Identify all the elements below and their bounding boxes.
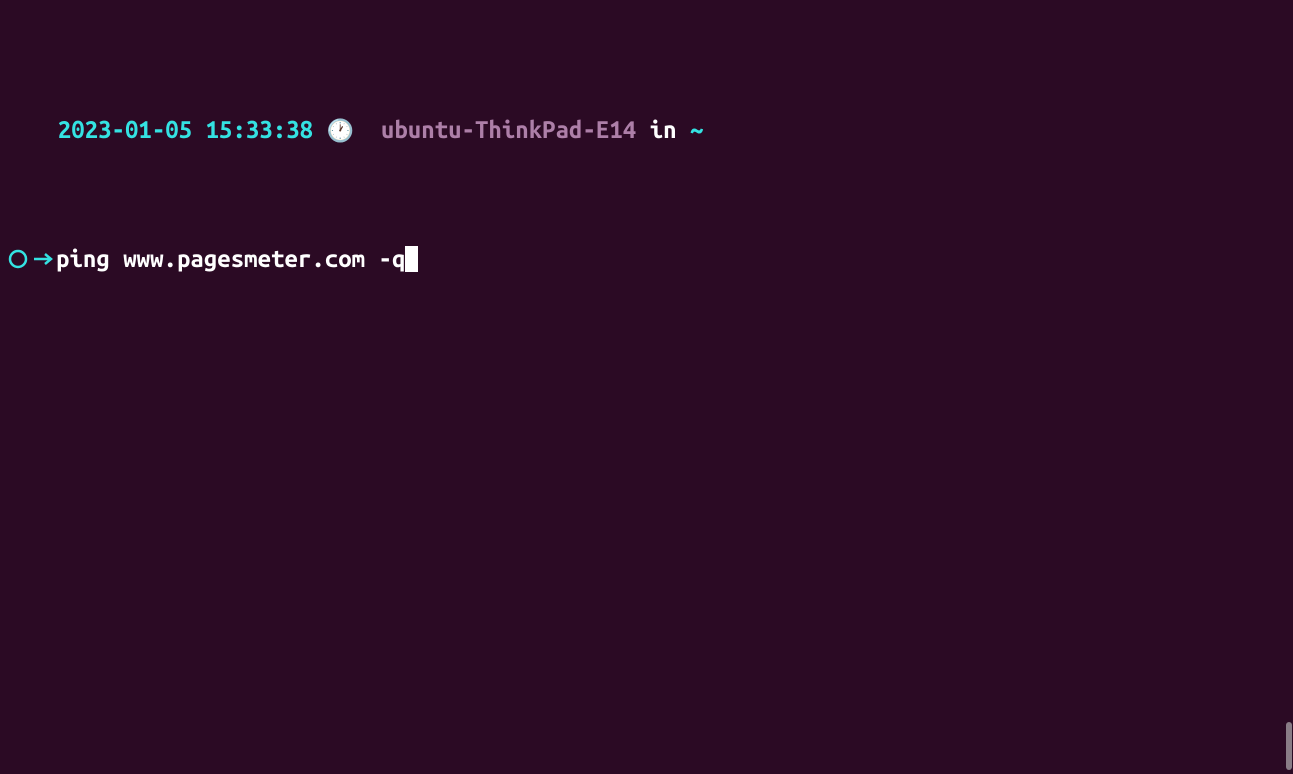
prompt-line-2: ping www.pagesmeter.com -q	[4, 243, 1293, 275]
command-input[interactable]: ping www.pagesmeter.com -q	[56, 243, 405, 275]
scrollbar-thumb[interactable]	[1286, 722, 1292, 770]
in-word: in	[650, 116, 677, 143]
cwd-path: ~	[690, 116, 703, 143]
timestamp: 2023-01-05 15:33:38	[58, 116, 313, 143]
clock-icon: 🕐	[327, 115, 354, 147]
hostname: ubuntu-ThinkPad-E14	[381, 116, 636, 143]
scrollbar[interactable]	[1284, 0, 1292, 774]
terminal-output[interactable]: 2023-01-05 15:33:38 🕐 ubuntu-ThinkPad-E1…	[0, 0, 1293, 307]
cursor-block	[405, 246, 418, 272]
prompt-line-1: 2023-01-05 15:33:38 🕐 ubuntu-ThinkPad-E1…	[4, 82, 1293, 179]
circle-icon	[6, 247, 30, 271]
arrow-icon	[34, 247, 54, 271]
